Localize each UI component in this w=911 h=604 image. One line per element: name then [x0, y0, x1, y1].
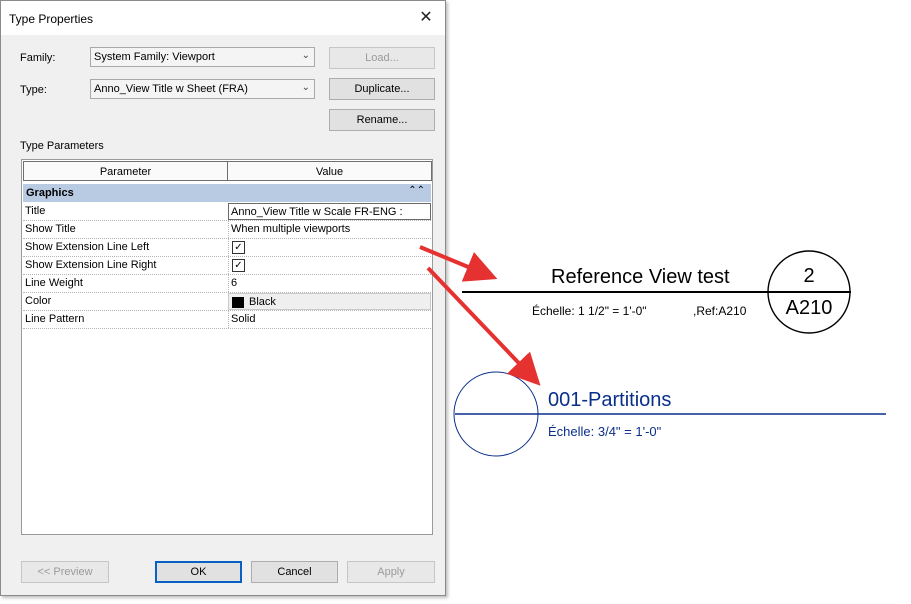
- reference-sheet-ref: ,Ref:A210: [693, 304, 747, 318]
- reference-view-scale: Échelle: 1 1/2" = 1'-0": [532, 304, 647, 318]
- callout-arrow-extension-right: [426, 266, 541, 386]
- sheet-number: A210: [785, 297, 833, 319]
- partition-view-title: 001-Partitions: [548, 389, 672, 411]
- reference-view-title: Reference View test: [551, 266, 730, 288]
- detail-number: 2: [803, 265, 815, 287]
- partition-view-scale: Échelle: 3/4" = 1'-0": [548, 424, 662, 439]
